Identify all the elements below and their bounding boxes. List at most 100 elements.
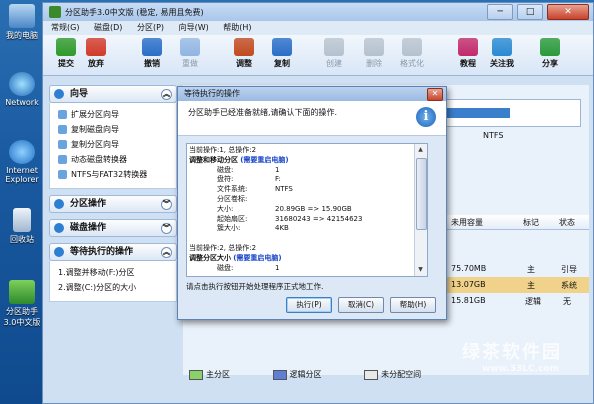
dialog-message-area: 分区助手已经准备就绪,请确认下面的操作. i <box>178 101 446 136</box>
wizard-item-extend[interactable]: 扩展分区向导 <box>58 107 172 122</box>
pending-op-item[interactable]: 1.调整并移动(F:)分区 <box>58 265 172 280</box>
toolbar-button-label: 提交 <box>58 59 74 68</box>
wizard-item-icon <box>58 125 67 134</box>
column-unused[interactable]: 未用容量 <box>451 217 483 228</box>
desktop-icon-ie[interactable]: Internet Explorer <box>2 140 42 184</box>
operations-list[interactable]: 当前操作:1, 总操作:2 调整和移动分区 (需要重启电脑) 磁盘: 1 盘符: F… <box>186 143 428 277</box>
cell-flag: 主 <box>527 281 535 290</box>
desktop-icon-network[interactable]: Network <box>2 72 42 107</box>
op-header: 当前操作:2, 总操作:2 <box>189 243 257 252</box>
toolbar-button-discard-x[interactable]: 放弃 <box>81 38 111 69</box>
help-button[interactable]: 帮助(H) <box>390 297 436 313</box>
scroll-thumb[interactable] <box>416 158 427 230</box>
toolbar-button-redo: 重做 <box>175 38 205 69</box>
menu-disk[interactable]: 磁盘(D) <box>94 23 122 32</box>
desktop-icon-computer[interactable]: 我的电脑 <box>2 4 42 41</box>
close-button[interactable]: ✕ <box>547 4 589 20</box>
dialog-title-bar[interactable]: 等待执行的操作 ✕ <box>178 87 446 101</box>
expand-chevron-icon[interactable]: ︾ <box>161 223 172 234</box>
dialog-close-button[interactable]: ✕ <box>427 88 443 101</box>
wizard-item-icon <box>58 170 67 179</box>
desktop-icon-label: Internet Explorer <box>5 166 39 184</box>
wizard-item-copy-disk[interactable]: 复制磁盘向导 <box>58 122 172 137</box>
toolbar-button-label: 撤销 <box>144 59 160 68</box>
desktop-icon-recycle-bin[interactable]: 回收站 <box>2 208 42 245</box>
disk-bar[interactable] <box>429 99 581 127</box>
table-row[interactable]: 75.70MB 主 引导 <box>441 261 589 277</box>
network-icon <box>9 72 35 96</box>
cell-status: 无 <box>563 297 571 306</box>
toolbar-button-undo[interactable]: 撤销 <box>137 38 167 69</box>
table-row[interactable]: 13.07GB 主 系统 <box>441 277 589 293</box>
partition-ops-section-header[interactable]: 分区操作 ︾ <box>49 195 177 213</box>
wizard-list: 扩展分区向导 复制磁盘向导 复制分区向导 动态磁盘转换器 NTFS与FAT32转… <box>49 103 177 189</box>
maximize-button[interactable]: □ <box>517 4 544 20</box>
pending-operations-dialog: 等待执行的操作 ✕ 分区助手已经准备就绪,请确认下面的操作. i 当前操作:1,… <box>177 86 447 320</box>
watermark: 绿茶软件园 www.33LC.com <box>462 338 562 374</box>
cell-unused: 13.07GB <box>451 280 486 289</box>
share-icon <box>540 38 560 56</box>
cell-unused: 15.81GB <box>451 296 486 305</box>
toolbar-button-copy[interactable]: 复制 <box>267 38 297 69</box>
disk-ops-icon <box>54 223 64 233</box>
toolbar-button-share[interactable]: 分享 <box>535 38 565 69</box>
minimize-button[interactable]: ─ <box>487 4 514 20</box>
op-title: 调整和移动分区 (需要重启电脑) <box>189 155 289 164</box>
toolbar: 提交 放弃 撤销 重做 调整 复制 创建 删除 格式化 教程 关注我 分享 <box>43 35 593 76</box>
wizard-item-icon <box>58 110 67 119</box>
toolbar-button-follow[interactable]: 关注我 <box>487 38 517 69</box>
wizard-item-ntfs-fat32[interactable]: NTFS与FAT32转换器 <box>58 167 172 182</box>
toolbar-button-label: 调整 <box>236 59 252 68</box>
menu-wizard[interactable]: 向导(W) <box>179 23 209 32</box>
watermark-title: 绿茶软件园 <box>462 342 562 363</box>
title-bar[interactable]: 分区助手3.0中文版 (稳定, 易用且免费) ─ □ ✕ <box>43 3 593 21</box>
disk-fs-label: NTFS <box>483 131 504 140</box>
op-field: 起始扇区: 31680243 => 42154623 <box>217 214 363 223</box>
cancel-button[interactable]: 取消(C) <box>338 297 384 313</box>
menu-partition[interactable]: 分区(P) <box>137 23 164 32</box>
legend-swatch <box>189 369 203 380</box>
pending-op-item[interactable]: 2.调整(C:)分区的大小 <box>58 280 172 295</box>
pending-ops-icon <box>54 247 64 257</box>
table-row[interactable]: 15.81GB 逻辑 无 <box>441 293 589 309</box>
toolbar-button-tutorial[interactable]: 教程 <box>453 38 483 69</box>
toolbar-button-format: 格式化 <box>397 38 427 69</box>
toolbar-button-commit-check[interactable]: 提交 <box>51 38 81 69</box>
toolbar-button-label: 教程 <box>460 59 476 68</box>
ie-icon <box>9 140 35 164</box>
toolbar-button-label: 复制 <box>274 59 290 68</box>
commit-check-icon <box>56 38 76 56</box>
scroll-down-icon[interactable]: ▼ <box>416 265 425 275</box>
wizard-item-copy-partition[interactable]: 复制分区向导 <box>58 137 172 152</box>
desktop-icon-label: Network <box>5 98 39 107</box>
collapse-chevron-icon[interactable]: ︽ <box>161 247 172 258</box>
expand-chevron-icon[interactable]: ︾ <box>161 199 172 210</box>
computer-icon <box>9 4 35 28</box>
left-panel: 向导 ︽ 扩展分区向导 复制磁盘向导 复制分区向导 动态磁盘转换器 NTFS与F… <box>49 85 177 385</box>
disk-ops-section-header[interactable]: 磁盘操作 ︾ <box>49 219 177 237</box>
tutorial-icon <box>458 38 478 56</box>
execute-button[interactable]: 执行(P) <box>286 297 332 313</box>
column-status[interactable]: 状态 <box>559 217 575 228</box>
wizard-item-dynamic-disk[interactable]: 动态磁盘转换器 <box>58 152 172 167</box>
redo-icon <box>180 38 200 56</box>
toolbar-button-resize[interactable]: 调整 <box>229 38 259 69</box>
scroll-up-icon[interactable]: ▲ <box>416 145 425 155</box>
desktop-icon-partition-assistant[interactable]: 分区助手3.0中文版 <box>2 280 42 328</box>
menu-bar: 常规(G) 磁盘(D) 分区(P) 向导(W) 帮助(H) <box>43 21 593 35</box>
toolbar-button-label: 重做 <box>182 59 198 68</box>
menu-general[interactable]: 常规(G) <box>51 23 79 32</box>
op-field: 盘符: F: <box>217 175 281 184</box>
menu-help[interactable]: 帮助(H) <box>223 23 251 32</box>
wizard-item-icon <box>58 155 67 164</box>
pending-ops-section-header[interactable]: 等待执行的操作 ︽ <box>49 243 177 261</box>
column-flag[interactable]: 标记 <box>523 217 539 228</box>
vertical-scrollbar[interactable]: ▲ ▼ <box>414 144 427 276</box>
collapse-chevron-icon[interactable]: ︽ <box>161 89 172 100</box>
format-icon <box>402 38 422 56</box>
wizard-section-header[interactable]: 向导 ︽ <box>49 85 177 103</box>
legend-swatch <box>272 369 287 380</box>
desktop-icon-label: 回收站 <box>10 235 34 244</box>
toolbar-button-label: 删除 <box>366 59 382 68</box>
wizard-item-icon <box>58 140 67 149</box>
